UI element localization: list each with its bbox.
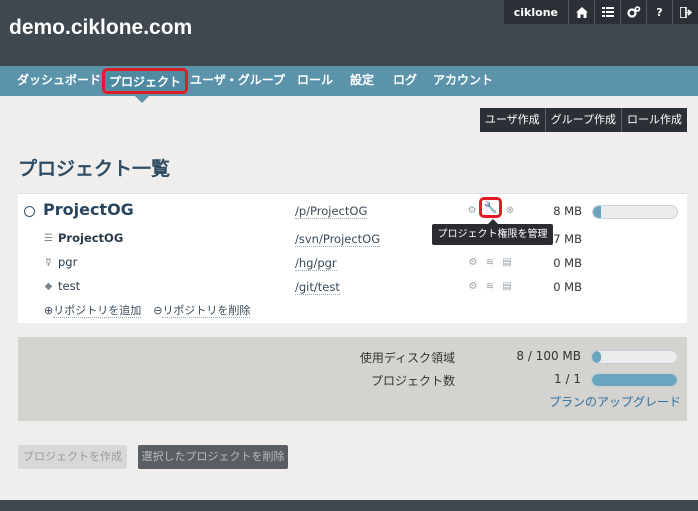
nav-settings[interactable]: 設定 [350, 66, 374, 96]
delete-selected-projects-button[interactable]: 選択したプロジェクトを削除 [138, 445, 288, 469]
project-count-label: プロジェクト数 [370, 374, 455, 388]
repo-path-link[interactable]: /svn/ProjectOG [295, 232, 381, 247]
nav-projects[interactable]: プロジェクト [102, 68, 189, 94]
project-ops: ⚙ [465, 205, 479, 217]
repo-ops: ⚙ ≋ ▤ [466, 281, 514, 293]
main-nav: ダッシュボード プロジェクト ユーザ・グループ ロール 設定 ログ アカウント [0, 66, 698, 96]
nav-account[interactable]: アカウント [433, 66, 493, 96]
manage-permissions-icon[interactable]: 🔧 [479, 197, 502, 218]
project-size: 8 MB [553, 204, 582, 218]
settings-icon[interactable]: ⚙ [466, 257, 480, 269]
disk-usage-label: 使用ディスク領域 [359, 351, 455, 365]
create-group-button[interactable]: グループ作成 [544, 108, 621, 132]
home-icon[interactable] [568, 0, 594, 24]
project-name-link[interactable]: ProjectOG [43, 200, 134, 219]
nav-dashboard[interactable]: ダッシュボード [17, 66, 101, 96]
add-repo-link[interactable]: ⊕リポジトリを追加 [44, 302, 142, 318]
footer [0, 500, 698, 511]
site-title[interactable]: demo.ciklone.com [9, 16, 192, 40]
repo-name-link[interactable]: pgr [58, 255, 77, 269]
nav-logs[interactable]: ログ [393, 66, 417, 96]
project-select-radio[interactable] [24, 206, 35, 217]
remove-icon[interactable]: ⊗ [503, 205, 517, 217]
repo-name-link[interactable]: ProjectOG [58, 231, 123, 245]
usage-panel: 使用ディスク領域 8 / 100 MB プロジェクト数 1 / 1 プランのアッ… [18, 337, 687, 421]
add-repo-label: リポジトリを追加 [53, 304, 142, 318]
header: demo.ciklone.com ciklone ? [0, 0, 698, 66]
browse-icon[interactable]: ▤ [500, 257, 514, 269]
project-row: ProjectOG /p/ProjectOG ⚙ 🔧 ⊗ 8 MB [18, 197, 687, 224]
create-project-button[interactable]: プロジェクトを作成 [18, 445, 127, 469]
action-buttons: ユーザ作成 グループ作成 ロール作成 [479, 108, 687, 132]
project-list: ProjectOG /p/ProjectOG ⚙ 🔧 ⊗ 8 MB ☰ Proj… [18, 193, 687, 323]
repo-path-link[interactable]: /hg/pgr [295, 256, 337, 271]
remove-repo-label: リポジトリを削除 [162, 304, 251, 318]
nav-roles[interactable]: ロール [297, 66, 333, 96]
repo-ops: ⚙ ≋ ▤ [466, 257, 514, 269]
nav-users-groups[interactable]: ユーザ・グループ [190, 66, 285, 96]
disk-usage-value: 8 / 100 MB [516, 349, 581, 363]
user-menu[interactable]: ciklone [503, 0, 568, 24]
gears-icon[interactable] [620, 0, 646, 24]
database-icon[interactable]: ≋ [483, 257, 497, 269]
disk-usage-fill [592, 351, 601, 363]
project-count-bar [591, 373, 678, 387]
settings-icon[interactable]: ⚙ [465, 205, 479, 217]
repo-name-link[interactable]: test [58, 279, 80, 293]
add-repo-icon: ⊕ [44, 304, 54, 317]
project-ops-2: ⊗ [503, 205, 517, 217]
repo-size: 0 MB [553, 280, 582, 294]
database-icon[interactable]: ≋ [483, 281, 497, 293]
help-icon[interactable]: ? [646, 0, 672, 24]
create-user-button[interactable]: ユーザ作成 [480, 108, 545, 132]
repo-path-link[interactable]: /git/test [295, 280, 340, 295]
repo-row: ◆ test /git/test ⚙ ≋ ▤ 0 MB [18, 278, 687, 300]
hg-repo-icon: ☿ [45, 257, 52, 268]
repo-row: ☿ pgr /hg/pgr ⚙ ≋ ▤ 0 MB [18, 254, 687, 276]
project-count-fill [592, 374, 677, 386]
project-usage-fill [593, 206, 602, 218]
repo-actions: ⊕リポジトリを追加 ⊖リポジトリを削除 [44, 302, 251, 318]
repo-size: 0 MB [553, 256, 582, 270]
svn-repo-icon: ☰ [44, 233, 53, 244]
disk-usage-bar [591, 350, 678, 364]
settings-icon[interactable]: ⚙ [466, 281, 480, 293]
project-count-value: 1 / 1 [554, 372, 581, 386]
create-role-button[interactable]: ロール作成 [621, 108, 687, 132]
upgrade-plan-link[interactable]: プランのアップグレード [549, 393, 681, 410]
remove-repo-link[interactable]: ⊖リポジトリを削除 [153, 302, 251, 318]
page-title: プロジェクト一覧 [18, 158, 171, 180]
project-usage-bar [592, 205, 678, 219]
permissions-tooltip: プロジェクト権限を管理 [432, 219, 553, 245]
git-repo-icon: ◆ [44, 281, 53, 292]
project-path-link[interactable]: /p/ProjectOG [295, 204, 368, 219]
list-icon[interactable] [594, 0, 620, 24]
logout-icon[interactable] [672, 0, 698, 24]
browse-icon[interactable]: ▤ [500, 281, 514, 293]
active-nav-indicator [135, 96, 149, 103]
top-toolbar: ciklone ? [503, 0, 698, 24]
repo-row: ☰ ProjectOG /svn/ProjectOG 7 MB [18, 230, 687, 252]
